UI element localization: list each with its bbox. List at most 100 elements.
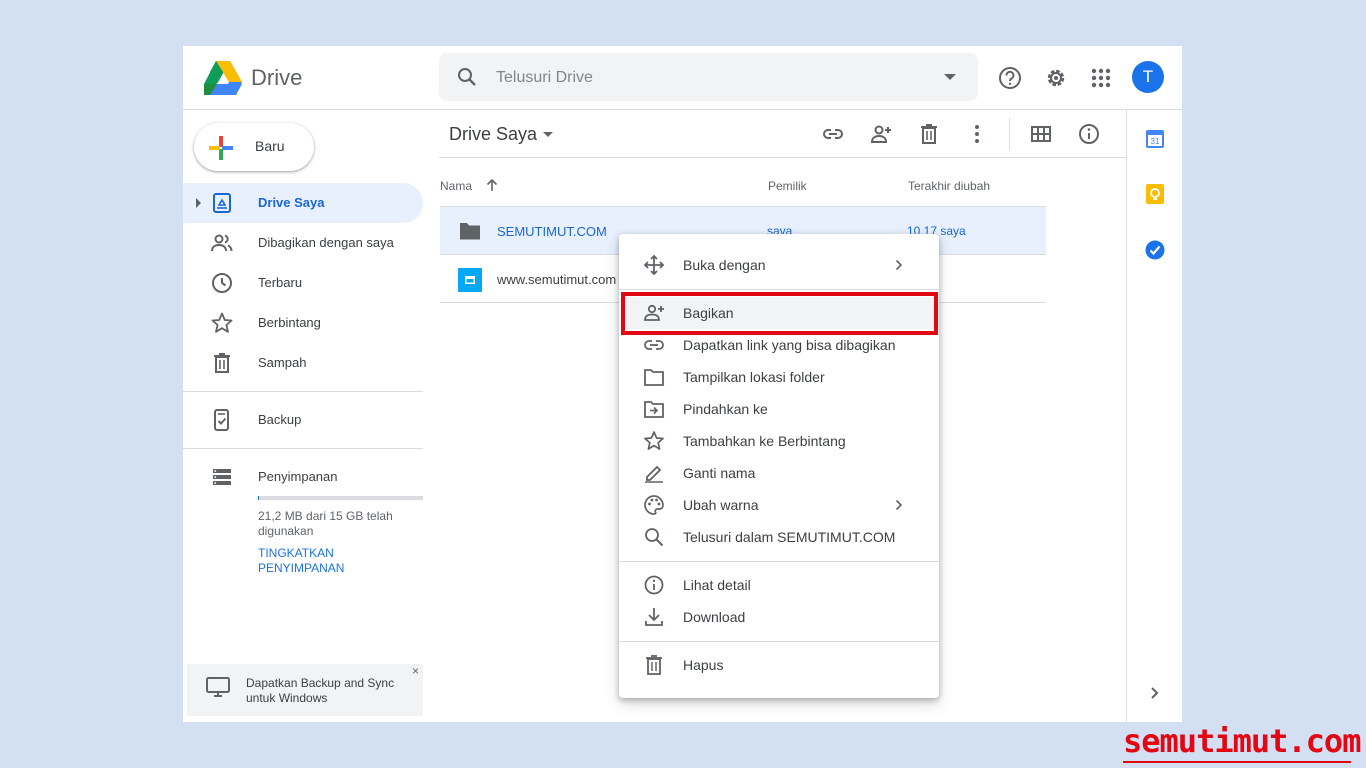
menu-item-change-color[interactable]: Ubah warna [619,489,939,521]
chevron-right-icon [895,259,903,271]
sidebar-item-backup[interactable]: Backup [183,400,423,440]
search-options-dropdown-icon[interactable] [944,74,956,80]
search-icon [643,526,665,548]
storage-usage-text: 21,2 MB dari 15 GB telah digunakan [258,509,393,538]
menu-item-delete[interactable]: Hapus [619,649,939,681]
storage-usage-bar [258,496,423,500]
menu-item-open-with[interactable]: Buka dengan [619,249,939,281]
close-icon[interactable]: × [412,664,419,678]
sidebar-item-label: Dibagikan dengan saya [258,235,394,250]
computer-icon [205,674,231,700]
trash-icon [210,351,234,375]
my-drive-icon [210,191,234,215]
folder-icon [458,220,482,242]
column-header-name[interactable]: Nama [440,179,472,193]
sidebar-item-starred[interactable]: Berbintang [183,303,423,343]
menu-item-rename[interactable]: Ganti nama [619,457,939,489]
help-icon[interactable] [997,65,1023,91]
brand-name: Drive [251,65,303,90]
toolbar-divider [1009,118,1010,150]
search-icon[interactable] [455,65,479,89]
trash-icon [643,654,665,676]
info-icon [643,574,665,596]
clock-icon [210,271,234,295]
menu-item-label: Tambahkan ke Berbintang [683,433,846,449]
apps-icon[interactable] [1088,65,1114,91]
menu-item-label: Telusuri dalam SEMUTIMUT.COM [683,529,896,545]
account-avatar[interactable]: T [1132,61,1164,93]
tasks-icon[interactable] [1144,239,1166,261]
watermark-underline [1123,761,1351,763]
promo-text: Dapatkan Backup and Sync untuk Windows [246,676,395,705]
pencil-icon [643,462,665,484]
link-icon[interactable] [821,122,845,146]
backup-sync-promo[interactable]: Dapatkan Backup and Sync untuk Windows × [187,664,423,716]
menu-divider [619,561,939,562]
menu-item-label: Hapus [683,657,724,673]
highlight-annotation-box [621,292,938,335]
page-title[interactable]: Drive Saya [449,124,537,145]
menu-item-label: Ubah warna [683,497,759,513]
menu-item-show-folder-location[interactable]: Tampilkan lokasi folder [619,361,939,393]
sidebar-item-shared[interactable]: Dibagikan dengan saya [183,223,423,263]
new-button[interactable]: Baru [194,123,314,171]
sidebar-item-label: Terbaru [258,275,303,290]
file-name: SEMUTIMUT.COM [497,224,607,239]
shared-people-icon [210,231,234,255]
menu-divider [619,289,939,290]
keep-icon[interactable] [1144,183,1166,205]
menu-item-label: Tampilkan lokasi folder [683,369,825,385]
sidebar-item-my-drive[interactable]: Drive Saya [183,183,423,223]
link-icon [643,334,665,356]
grid-view-icon[interactable] [1029,122,1053,146]
menu-item-label: Pindahkan ke [683,401,768,417]
info-icon[interactable] [1077,122,1101,146]
sidebar-item-recent[interactable]: Terbaru [183,263,423,303]
open-with-icon [643,254,665,276]
trash-icon[interactable] [917,122,941,146]
chevron-right-icon [895,499,903,511]
file-name: www.semutimut.com [497,272,617,287]
menu-item-view-details[interactable]: Lihat detail [619,569,939,601]
menu-divider [619,641,939,642]
sidebar-item-label: Sampah [258,355,307,370]
menu-item-search-within[interactable]: Telusuri dalam SEMUTIMUT.COM [619,521,939,553]
backup-icon [210,408,234,432]
expand-arrow-icon[interactable] [196,198,201,208]
menu-item-move-to[interactable]: Pindahkan ke [619,393,939,425]
title-dropdown-icon[interactable] [543,132,553,137]
more-vert-icon[interactable] [965,122,989,146]
sidebar-item-label: Backup [258,412,302,427]
sort-arrow-up-icon[interactable] [485,178,499,192]
side-panel: 31 [1126,110,1182,722]
column-header-owner: Pemilik [768,179,807,193]
add-person-icon[interactable] [869,122,893,146]
column-header-modified: Terakhir diubah [908,179,991,193]
sidebar-item-label: Drive Saya [258,195,325,210]
menu-item-download[interactable]: Download [619,601,939,633]
menu-item-label: Ganti nama [683,465,756,481]
watermark-text: semutimut.com [1123,722,1361,760]
search-placeholder[interactable]: Telusuri Drive [496,69,593,87]
new-button-label: Baru [255,138,285,154]
sidebar-item-label: Berbintang [258,315,321,330]
menu-item-add-starred[interactable]: Tambahkan ke Berbintang [619,425,939,457]
storage-usage-fill [258,496,259,500]
settings-icon[interactable] [1043,65,1069,91]
star-icon [643,430,665,452]
search-bar[interactable]: Telusuri Drive [439,53,978,101]
menu-item-label: Buka dengan [683,257,766,273]
svg-text:31: 31 [1151,137,1160,146]
palette-icon [643,494,665,516]
plus-icon [208,135,234,161]
google-site-icon [458,268,482,292]
calendar-icon[interactable]: 31 [1144,128,1166,150]
sidebar-item-label: Penyimpanan [258,469,338,484]
sidebar-item-trash[interactable]: Sampah [183,343,423,383]
download-icon [643,606,665,628]
sidebar-item-storage[interactable]: Penyimpanan [183,457,423,497]
move-to-icon [643,398,665,420]
upgrade-storage-link[interactable]: TINGKATKAN PENYIMPANAN [258,546,418,576]
drive-logo-icon[interactable] [203,60,243,96]
chevron-right-icon[interactable] [1144,682,1166,704]
